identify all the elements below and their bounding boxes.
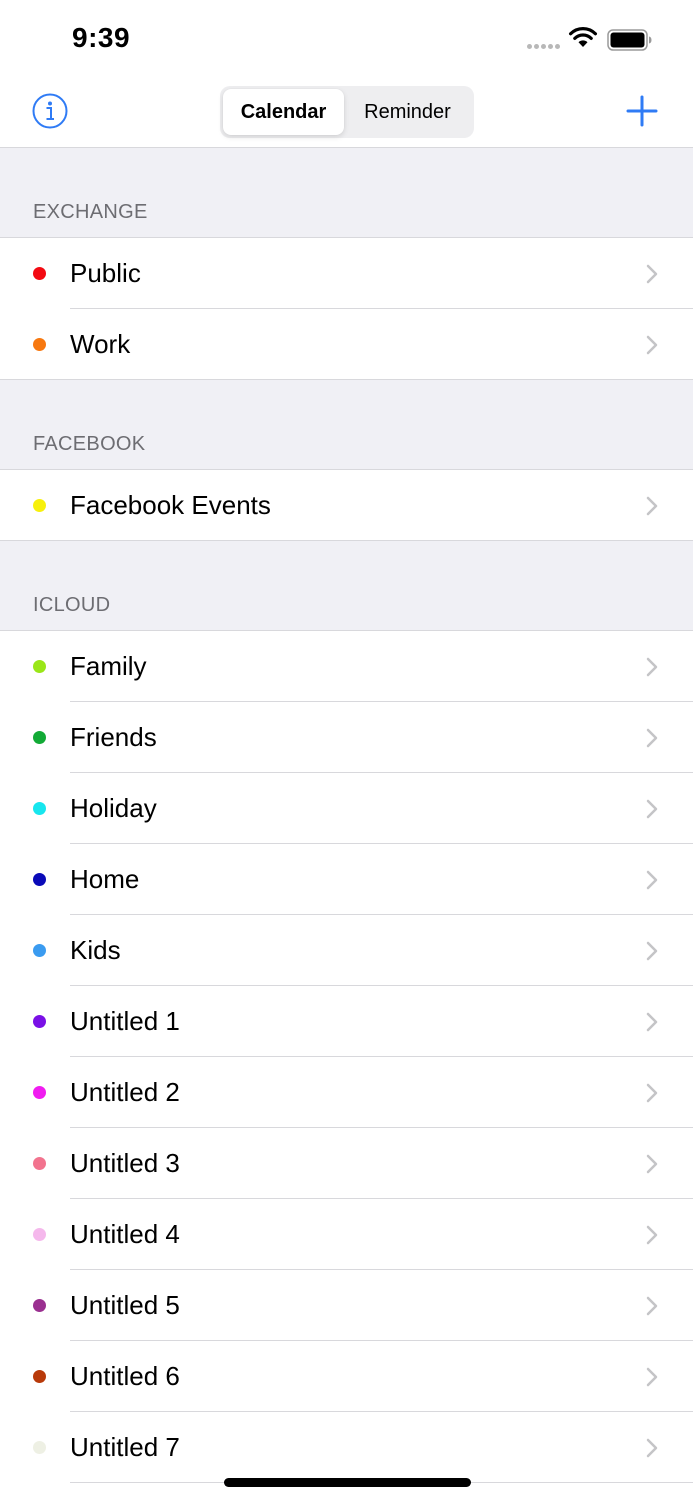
- calendar-color-dot: [33, 660, 46, 673]
- calendar-row-untitled-6[interactable]: Untitled 6: [0, 1341, 693, 1412]
- calendar-name: Home: [70, 864, 140, 894]
- calendar-row-home[interactable]: Home: [0, 844, 693, 915]
- calendar-color-dot: [33, 267, 46, 280]
- calendar-name: Untitled 3: [70, 1148, 180, 1178]
- calendar-color-dot: [33, 1015, 46, 1028]
- section-title: ICLOUD: [33, 594, 111, 616]
- calendar-color-dot: [33, 944, 46, 957]
- chevron-right-icon: [646, 799, 658, 819]
- calendar-color-dot: [33, 1086, 46, 1099]
- calendar-row-untitled-1[interactable]: Untitled 1: [0, 986, 693, 1057]
- calendar-name: Family: [70, 651, 147, 681]
- status-time: 9:39: [72, 22, 131, 53]
- calendar-name: Untitled 5: [70, 1290, 180, 1320]
- calendar-row-untitled-7[interactable]: Untitled 7: [0, 1412, 693, 1483]
- calendar-row-untitled-5[interactable]: Untitled 5: [0, 1270, 693, 1341]
- calendar-row-friends[interactable]: Friends: [0, 702, 693, 773]
- segment-calendar[interactable]: Calendar: [223, 89, 344, 135]
- chevron-right-icon: [646, 941, 658, 961]
- calendar-name: Public: [70, 258, 141, 288]
- calendar-reminder-segmented-control: Calendar Reminder: [220, 86, 474, 138]
- calendar-color-dot: [33, 1228, 46, 1241]
- calendar-color-dot: [33, 873, 46, 886]
- calendar-name: Holiday: [70, 793, 157, 823]
- calendar-list: EXCHANGE Public Work FACEBOOK Facebook E…: [0, 148, 693, 1483]
- wifi-icon: [569, 27, 597, 47]
- calendar-row-holiday[interactable]: Holiday: [0, 773, 693, 844]
- section-title: FACEBOOK: [33, 433, 146, 455]
- home-indicator: [224, 1478, 471, 1487]
- calendar-row-untitled-2[interactable]: Untitled 2: [0, 1057, 693, 1128]
- chevron-right-icon: [646, 264, 658, 284]
- calendar-color-dot: [33, 1441, 46, 1454]
- chevron-right-icon: [646, 496, 658, 516]
- chevron-right-icon: [646, 1367, 658, 1387]
- section-icloud-rows: Family Friends Holiday Home Kids Untitled 1 Un…: [0, 631, 693, 1483]
- calendar-color-dot: [33, 1370, 46, 1383]
- calendar-row-public[interactable]: Public: [0, 238, 693, 309]
- calendar-color-dot: [33, 731, 46, 744]
- info-circle-icon[interactable]: [32, 93, 68, 129]
- calendar-name: Untitled 6: [70, 1361, 180, 1391]
- calendar-row-untitled-3[interactable]: Untitled 3: [0, 1128, 693, 1199]
- calendar-name: Untitled 2: [70, 1077, 180, 1107]
- calendar-color-dot: [33, 499, 46, 512]
- calendar-name: Work: [70, 329, 131, 359]
- chevron-right-icon: [646, 1438, 658, 1458]
- battery-icon: [607, 29, 652, 51]
- chevron-right-icon: [646, 870, 658, 890]
- chevron-right-icon: [646, 1012, 658, 1032]
- section-header-facebook: FACEBOOK: [0, 380, 693, 470]
- section-facebook-rows: Facebook Events: [0, 470, 693, 541]
- calendar-color-dot: [33, 338, 46, 351]
- calendar-name: Untitled 1: [70, 1006, 180, 1036]
- calendar-color-dot: [33, 802, 46, 815]
- calendar-name: Untitled 4: [70, 1219, 180, 1249]
- calendar-name: Friends: [70, 722, 157, 752]
- calendar-row-untitled-4[interactable]: Untitled 4: [0, 1199, 693, 1270]
- calendar-row-family[interactable]: Family: [0, 631, 693, 702]
- chevron-right-icon: [646, 1083, 658, 1103]
- chevron-right-icon: [646, 657, 658, 677]
- chevron-right-icon: [646, 728, 658, 748]
- calendar-color-dot: [33, 1299, 46, 1312]
- section-header-exchange: EXCHANGE: [0, 148, 693, 238]
- cellular-signal-icon: [527, 44, 561, 50]
- chevron-right-icon: [646, 335, 658, 355]
- section-header-icloud: ICLOUD: [0, 541, 693, 631]
- segment-reminder[interactable]: Reminder: [344, 89, 471, 135]
- calendar-row-facebook-events[interactable]: Facebook Events: [0, 470, 693, 541]
- calendar-color-dot: [33, 1157, 46, 1170]
- calendar-name: Facebook Events: [70, 490, 271, 520]
- chevron-right-icon: [646, 1225, 658, 1245]
- section-title: EXCHANGE: [33, 201, 148, 223]
- calendar-row-kids[interactable]: Kids: [0, 915, 693, 986]
- section-exchange-rows: Public Work: [0, 238, 693, 380]
- plus-icon[interactable]: [626, 95, 658, 127]
- calendar-row-work[interactable]: Work: [0, 309, 693, 380]
- chevron-right-icon: [646, 1296, 658, 1316]
- navigation-bar: Calendar Reminder: [0, 78, 693, 148]
- status-bar: 9:39: [0, 0, 693, 78]
- chevron-right-icon: [646, 1154, 658, 1174]
- calendar-name: Untitled 7: [70, 1432, 180, 1462]
- calendar-name: Kids: [70, 935, 121, 965]
